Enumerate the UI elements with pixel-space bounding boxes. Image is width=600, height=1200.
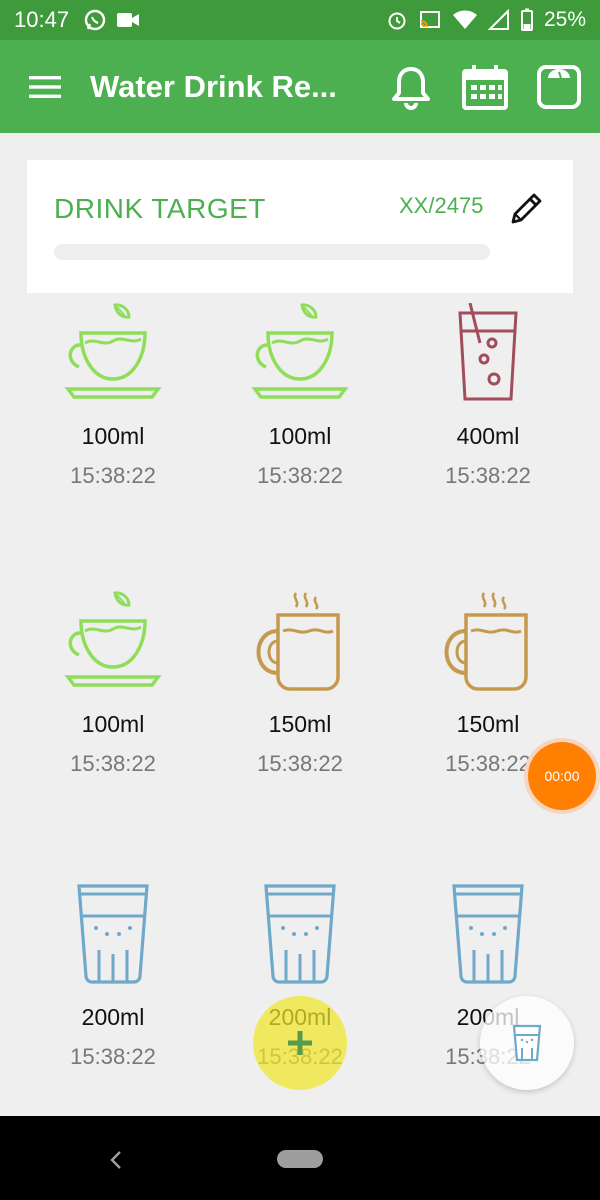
pencil-icon [511, 193, 542, 224]
battery-percent: 25% [543, 8, 586, 31]
whatsapp-icon [84, 9, 106, 31]
drink-time: 15:38:22 [70, 1044, 156, 1069]
video-camera-icon [117, 13, 140, 27]
tea-cup-icon [63, 303, 163, 403]
tea-cup-icon [250, 303, 350, 403]
battery-icon [520, 8, 533, 31]
scale-icon [537, 64, 581, 109]
drink-entry[interactable]: 150ml 15:38:22 [200, 591, 400, 881]
calendar-icon [462, 64, 508, 110]
plus-icon [288, 1031, 312, 1055]
drink-entry[interactable]: 100ml 15:38:22 [13, 303, 213, 593]
timer-label: 00:00 [544, 768, 580, 784]
glass-icon [512, 1024, 542, 1062]
back-button[interactable] [98, 1142, 134, 1178]
drink-target-value: XX/2475 [399, 193, 484, 218]
drink-progress-bar [54, 244, 490, 260]
drink-time: 15:38:22 [70, 463, 156, 488]
hot-mug-icon [250, 591, 350, 691]
drink-entry[interactable]: 150ml 15:38:22 [388, 591, 588, 881]
status-notification-icons [83, 8, 141, 32]
app-bar-actions [384, 60, 600, 114]
bell-icon [392, 66, 430, 110]
back-chevron-icon [110, 1151, 121, 1169]
tea-cup-icon [63, 591, 163, 691]
status-bar: 10:47 25% [0, 0, 600, 40]
water-glass-icon [250, 884, 350, 984]
select-cup-button[interactable] [480, 996, 574, 1090]
drink-entry[interactable]: 100ml 15:38:22 [13, 591, 213, 881]
add-drink-button[interactable] [253, 996, 347, 1090]
alarm-icon [388, 12, 406, 30]
drink-amount: 100ml [81, 711, 145, 737]
drink-time: 15:38:22 [70, 751, 156, 776]
menu-icon [29, 75, 61, 98]
drink-target-label: DRINK TARGET [54, 193, 266, 224]
drink-time: 15:38:22 [445, 463, 531, 488]
weight-button[interactable] [532, 60, 586, 114]
hot-mug-icon [438, 591, 538, 691]
status-system-icons: 25% [386, 8, 586, 32]
drink-entry[interactable]: 100ml 15:38:22 [200, 303, 400, 593]
soda-glass-icon [438, 302, 538, 403]
drink-amount: 200ml [81, 1004, 145, 1030]
app-bar: Water Drink Re... [0, 40, 600, 133]
water-glass-icon [63, 884, 163, 984]
status-time: 10:47 [14, 7, 70, 32]
timer-bubble[interactable]: 00:00 [528, 742, 596, 810]
cast-icon [419, 11, 440, 28]
drink-time: 15:38:22 [257, 463, 343, 488]
drink-target-card: DRINK TARGET XX/2475 [27, 160, 573, 293]
drink-amount: 100ml [81, 423, 145, 449]
edit-target-button[interactable] [507, 188, 547, 228]
home-pill-button[interactable] [277, 1150, 323, 1168]
app-title: Water Drink Re... [90, 68, 337, 104]
wifi-icon [452, 10, 477, 29]
drink-amount: 400ml [456, 423, 520, 449]
calendar-button[interactable] [458, 60, 512, 114]
drink-time: 15:38:22 [257, 751, 343, 776]
water-glass-icon [438, 884, 538, 984]
no-signal-icon [487, 9, 509, 30]
system-navigation-bar [0, 1116, 600, 1200]
menu-button[interactable] [0, 40, 90, 133]
drink-amount: 150ml [456, 711, 520, 737]
reminder-button[interactable] [384, 60, 438, 114]
drink-amount: 100ml [268, 423, 332, 449]
drink-amount: 150ml [268, 711, 332, 737]
drink-entry[interactable]: 400ml 15:38:22 [388, 302, 588, 593]
